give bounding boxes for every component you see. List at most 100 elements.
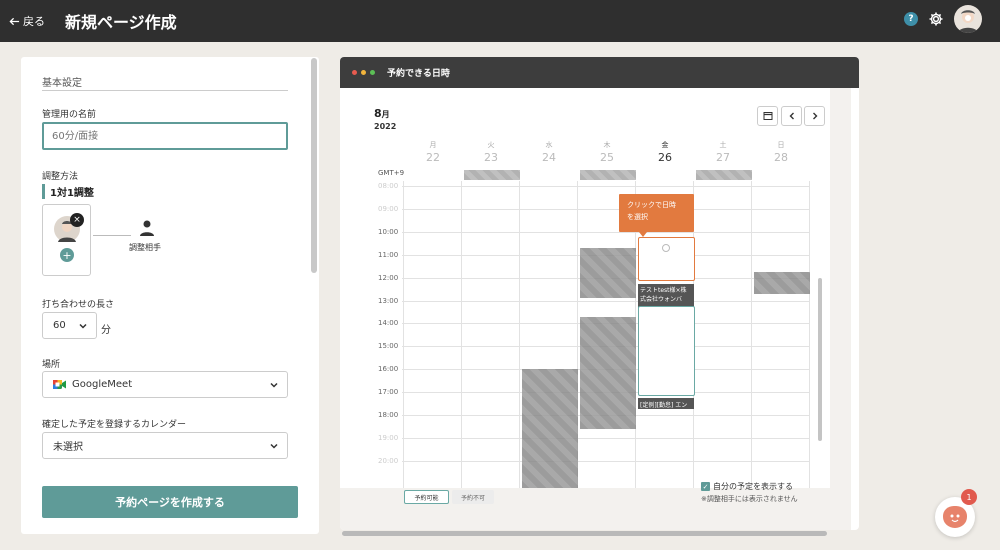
date-label: 23 bbox=[484, 151, 498, 164]
hour-gridline bbox=[402, 231, 810, 233]
next-week-button[interactable] bbox=[804, 106, 825, 126]
hour-label: 13:00 bbox=[378, 296, 399, 305]
hour-label: 08:00 bbox=[378, 182, 399, 190]
hour-label: 14:00 bbox=[378, 319, 399, 328]
chevron-down-icon bbox=[79, 323, 87, 329]
busy-event bbox=[696, 170, 752, 180]
location-label: 場所 bbox=[42, 360, 61, 370]
section-title: 基本設定 bbox=[42, 78, 82, 89]
add-member-icon[interactable]: + bbox=[60, 248, 74, 262]
form-scrollbar[interactable] bbox=[311, 58, 317, 273]
create-page-button[interactable]: 予約ページを作成する bbox=[42, 486, 298, 518]
weekday-label: 日 bbox=[777, 141, 785, 149]
chevron-down-icon bbox=[270, 443, 278, 449]
hour-label: 12:00 bbox=[378, 273, 399, 282]
tooltip-text: を選択 bbox=[627, 213, 648, 221]
day-header: 水 24 bbox=[520, 140, 578, 164]
google-meet-icon bbox=[53, 379, 66, 390]
weekday-label: 水 bbox=[545, 141, 553, 149]
busy-event bbox=[580, 248, 636, 298]
checkbox-icon: ✓ bbox=[701, 482, 710, 491]
help-icon[interactable]: ? bbox=[904, 12, 918, 26]
hour-gridline bbox=[402, 300, 810, 302]
member-card: × + bbox=[42, 204, 91, 276]
location-select[interactable]: GoogleMeet bbox=[42, 371, 288, 398]
gear-icon[interactable] bbox=[928, 11, 944, 27]
chat-mascot-icon bbox=[943, 506, 967, 528]
partner-label: 調整相手 bbox=[129, 243, 161, 252]
hour-label: 16:00 bbox=[378, 365, 399, 374]
available-time-slot[interactable] bbox=[638, 306, 695, 396]
weekday-label: 火 bbox=[487, 141, 495, 149]
back-link[interactable]: 戻る bbox=[9, 13, 45, 29]
calendar-select[interactable]: 未選択 bbox=[42, 432, 288, 459]
month-unit: 月 bbox=[381, 110, 390, 119]
legend-available: 予約可能 bbox=[404, 490, 449, 504]
legend-unavailable: 予約不可 bbox=[452, 490, 494, 504]
own-event[interactable]: テストtest様×株 式会社ウォンバ bbox=[638, 284, 694, 308]
cursor-circle-icon bbox=[662, 244, 670, 252]
top-bar: 戻る 新規ページ作成 ? bbox=[0, 0, 1000, 42]
weekday-label: 土 bbox=[719, 141, 727, 149]
preview-scrollbar[interactable] bbox=[342, 531, 827, 536]
duration-value: 60 bbox=[53, 320, 66, 331]
hour-gridline bbox=[402, 437, 810, 439]
busy-event bbox=[754, 272, 810, 294]
date-label: 22 bbox=[426, 151, 440, 164]
back-label: 戻る bbox=[23, 15, 45, 28]
calendar-view-button[interactable] bbox=[757, 106, 778, 126]
own-event[interactable]: [定例][勤怠] エン bbox=[638, 398, 694, 409]
notification-badge: 1 bbox=[961, 489, 977, 505]
day-gridline bbox=[751, 181, 752, 488]
hour-label: 11:00 bbox=[378, 250, 399, 259]
hour-label: 18:00 bbox=[378, 411, 399, 419]
remove-member-icon[interactable]: × bbox=[70, 213, 84, 227]
window-dot-yellow bbox=[361, 70, 366, 75]
calendar-label: 確定した予定を登録するカレンダー bbox=[42, 420, 187, 430]
selected-time-slot[interactable] bbox=[638, 237, 695, 281]
preview-window: 予約できる日時 8月 2022 月 22 火 23 水 24 木 25 金 26 土 27 日 28 GM… bbox=[340, 57, 859, 530]
location-value: GoogleMeet bbox=[72, 379, 133, 390]
name-input[interactable] bbox=[42, 122, 288, 150]
name-label: 管理用の名前 bbox=[42, 110, 97, 120]
busy-event bbox=[580, 317, 636, 429]
hour-label: 09:00 bbox=[378, 204, 399, 213]
show-own-events-checkbox[interactable]: ✓ 自分の予定を表示する bbox=[701, 481, 793, 492]
day-gridline bbox=[809, 181, 810, 488]
chevron-left-icon bbox=[789, 112, 794, 120]
calendar-scrollbar[interactable] bbox=[818, 278, 822, 441]
method-value: 1対1調整 bbox=[42, 184, 94, 199]
window-dot-green bbox=[370, 70, 375, 75]
chevron-right-icon bbox=[812, 112, 817, 120]
date-label: 26 bbox=[658, 151, 672, 164]
date-label: 27 bbox=[716, 151, 730, 164]
calendar: 8月 2022 月 22 火 23 水 24 木 25 金 26 土 27 日 28 GMT+9 08:0… bbox=[340, 88, 830, 488]
method-label: 調整方法 bbox=[42, 172, 79, 182]
calendar-icon bbox=[763, 112, 772, 120]
day-header: 木 25 bbox=[578, 140, 636, 164]
prev-week-button[interactable] bbox=[781, 106, 802, 126]
chevron-down-icon bbox=[270, 382, 278, 388]
select-time-tooltip: クリックで日時 を選択 bbox=[619, 194, 694, 237]
busy-event bbox=[522, 369, 578, 488]
user-avatar[interactable] bbox=[954, 5, 982, 33]
busy-event bbox=[464, 170, 520, 180]
duration-select[interactable]: 60 bbox=[42, 312, 97, 339]
date-label: 25 bbox=[600, 151, 614, 164]
day-header: 金 26 bbox=[636, 140, 694, 164]
hour-label: 20:00 bbox=[378, 456, 399, 465]
day-header: 月 22 bbox=[404, 140, 462, 164]
hour-gridline bbox=[402, 186, 810, 187]
calendar-month: 8月 bbox=[374, 107, 390, 120]
person-icon bbox=[140, 220, 154, 240]
hour-label: 17:00 bbox=[378, 388, 399, 397]
day-header: 土 27 bbox=[694, 140, 752, 164]
weekday-label: 金 bbox=[661, 141, 669, 149]
tooltip-text: クリックで日時 bbox=[627, 201, 676, 209]
day-header: 日 28 bbox=[752, 140, 810, 164]
weekday-label: 木 bbox=[603, 141, 611, 149]
hour-label: 10:00 bbox=[378, 227, 399, 236]
duration-unit: 分 bbox=[101, 325, 111, 336]
show-own-events-label: 自分の予定を表示する bbox=[713, 482, 793, 491]
weekday-label: 月 bbox=[429, 141, 437, 149]
